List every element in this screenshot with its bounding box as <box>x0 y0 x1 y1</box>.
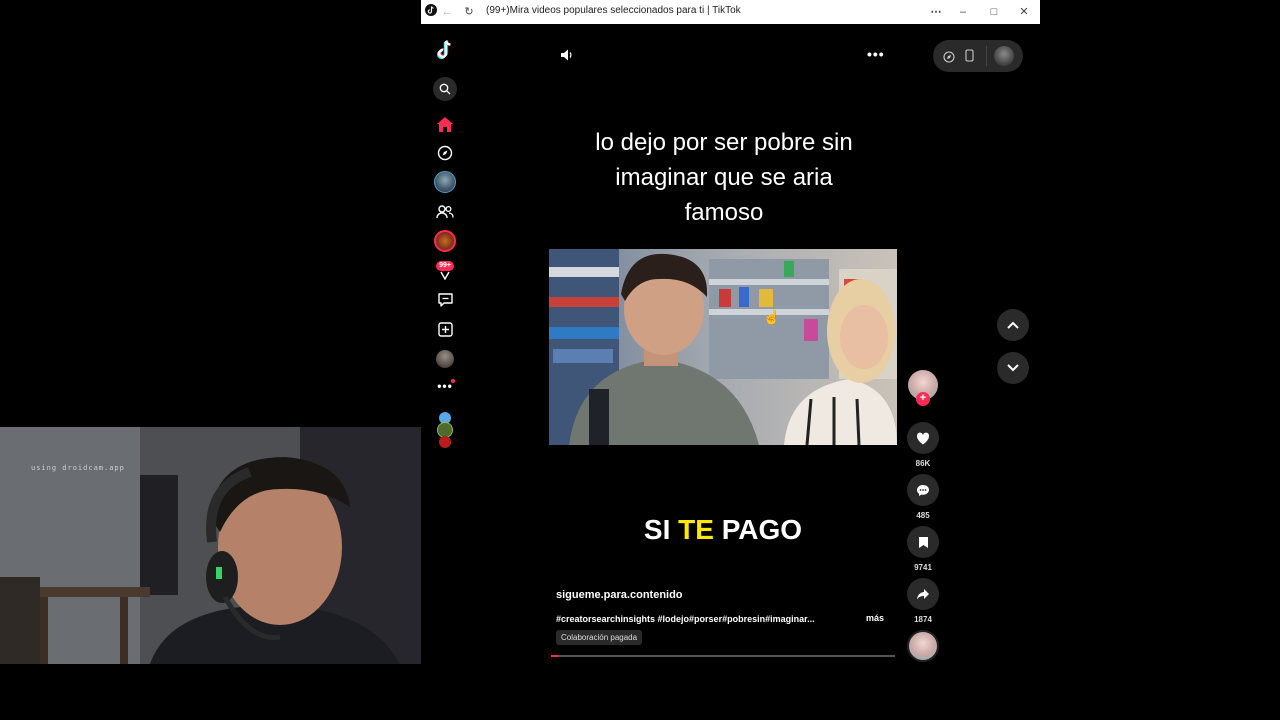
share-icon <box>917 589 929 600</box>
share-button[interactable] <box>907 578 939 610</box>
video-overlay-text: SI TE PAGO <box>549 514 897 546</box>
search-icon[interactable] <box>433 77 457 101</box>
notification-badge: 99+ <box>436 260 454 271</box>
overlay-text-highlight: TE <box>678 514 714 545</box>
back-icon[interactable]: ← <box>439 4 455 20</box>
chevron-down-icon <box>1007 364 1019 372</box>
video-feed: ••• lo dejo por ser pobre sin imaginar q… <box>469 24 1040 670</box>
explore-icon[interactable] <box>433 141 457 165</box>
comment-button[interactable] <box>907 474 939 506</box>
overlay-text-1: SI <box>643 514 671 545</box>
mouse-cursor-icon: ☝ <box>763 309 781 325</box>
volume-icon[interactable] <box>560 48 574 67</box>
live-avatars-stack[interactable] <box>433 410 457 450</box>
creator-avatar[interactable]: + <box>907 370 939 406</box>
save-button[interactable] <box>907 526 939 558</box>
bookmark-icon <box>918 536 928 548</box>
caption-line-3: famoso <box>684 199 764 226</box>
like-count: 86K <box>915 459 931 468</box>
music-disc[interactable] <box>907 630 939 662</box>
window-title: (99+)Mira videos populares seleccionados… <box>486 5 741 16</box>
paid-collaboration-tag: Colaboración pagada <box>556 630 643 645</box>
overlay-text-2: PAGO <box>721 514 803 545</box>
chevron-up-icon <box>1007 321 1019 329</box>
video-options-icon[interactable]: ••• <box>867 46 885 62</box>
messages-icon[interactable] <box>433 288 457 312</box>
minimize-icon[interactable]: – <box>955 4 971 20</box>
comment-count: 485 <box>916 511 930 520</box>
more-link[interactable]: más <box>866 613 884 623</box>
tiktok-logo-icon[interactable] <box>433 38 457 62</box>
previous-video-button[interactable] <box>997 309 1029 341</box>
share-count: 1874 <box>914 615 932 624</box>
video-scene <box>549 249 897 445</box>
webcam-watermark: using droidcam.app <box>31 464 125 472</box>
progress-fill <box>551 655 558 657</box>
more-options-icon[interactable]: ⋯ <box>928 4 944 20</box>
maximize-icon[interactable]: □ <box>986 4 1002 20</box>
upload-icon[interactable] <box>433 317 457 341</box>
caption-line-2: imaginar que se aria <box>615 164 833 191</box>
video-frame[interactable]: ☝ <box>549 249 897 445</box>
activity-icon[interactable]: 99+ <box>433 258 457 282</box>
more-icon[interactable]: ••• <box>433 374 457 398</box>
like-button[interactable] <box>907 422 939 454</box>
compass-icon[interactable] <box>943 50 955 68</box>
title-bar: ← ↻ (99+)Mira videos populares seleccion… <box>421 0 1040 24</box>
sidebar: 99+ ••• <box>421 24 470 670</box>
reload-icon[interactable]: ↻ <box>461 4 477 20</box>
mobile-icon[interactable] <box>965 49 974 67</box>
heart-icon <box>916 432 930 444</box>
close-icon[interactable]: ✕ <box>1016 4 1032 20</box>
tiktok-favicon-icon <box>423 4 439 20</box>
share-action: 1874 <box>907 578 939 624</box>
comment-icon <box>917 484 929 496</box>
save-action: 9741 <box>907 526 939 572</box>
friends-icon[interactable] <box>433 200 457 224</box>
top-right-toolbar <box>933 40 1023 72</box>
browser-window: ← ↻ (99+)Mira videos populares seleccion… <box>421 0 1040 670</box>
follow-plus-icon[interactable]: + <box>916 392 930 406</box>
like-action: 86K <box>907 422 939 468</box>
author-name[interactable]: sigueme.para.contenido <box>556 589 683 601</box>
user-avatar[interactable] <box>994 46 1014 66</box>
webcam-scene <box>0 427 421 664</box>
save-count: 9741 <box>914 563 932 572</box>
hashtags[interactable]: #creatorsearchinsights #lodejo#porser#po… <box>556 614 846 624</box>
webcam-overlay: using droidcam.app <box>0 427 421 664</box>
next-video-button[interactable] <box>997 352 1029 384</box>
home-icon[interactable] <box>433 112 457 136</box>
progress-track[interactable] <box>551 655 895 657</box>
profile-avatar-icon[interactable] <box>433 347 457 371</box>
live-avatar-icon[interactable] <box>433 229 457 253</box>
comment-action: 485 <box>907 474 939 520</box>
caption-line-1: lo dejo por ser pobre sin <box>595 129 853 156</box>
following-avatar-icon[interactable] <box>433 170 457 194</box>
